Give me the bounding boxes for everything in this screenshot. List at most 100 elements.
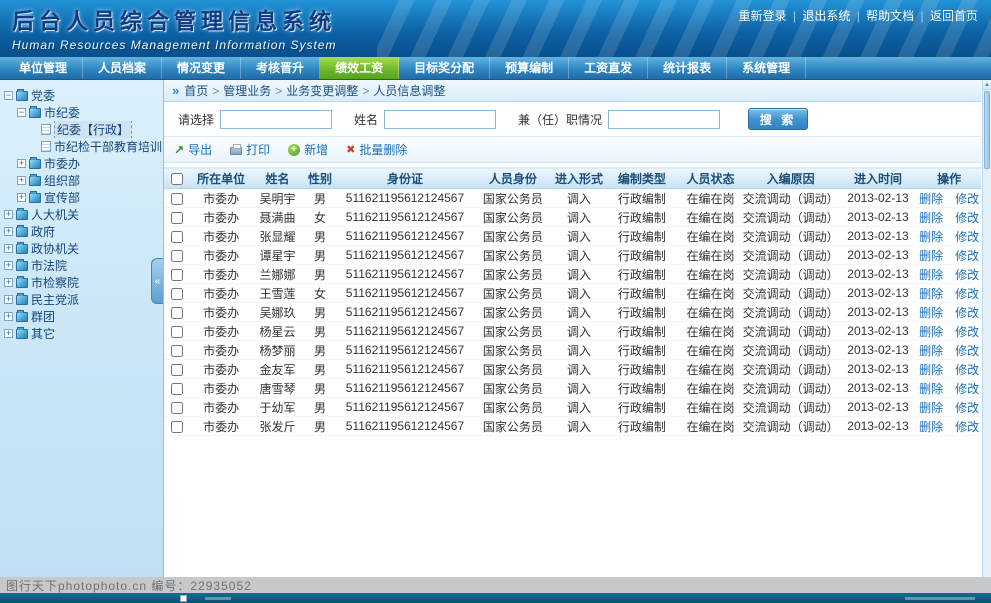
nav-item[interactable]: 绩效工资 [320,57,399,79]
tree-item[interactable]: −党委 [0,87,163,104]
job-input[interactable] [608,110,720,129]
header-link[interactable]: 帮助文档 [866,9,914,23]
row-checkbox[interactable] [171,383,183,395]
tree-item[interactable]: +群团 [0,308,163,325]
nav-item[interactable]: 统计报表 [648,57,727,79]
breadcrumb-item[interactable]: 管理业务 [223,84,271,98]
expand-icon[interactable]: + [4,244,13,253]
tree-item[interactable]: +市法院 [0,257,163,274]
column-header[interactable]: 性别 [303,168,337,189]
delete-link[interactable]: 删除 [919,287,943,301]
nav-item[interactable]: 系统管理 [727,57,806,79]
row-checkbox[interactable] [171,269,183,281]
delete-link[interactable]: 删除 [919,363,943,377]
column-header[interactable]: 人员状态 [679,168,743,189]
row-checkbox[interactable] [171,193,183,205]
column-header[interactable]: 编制类型 [605,168,679,189]
collapse-icon[interactable]: − [17,108,26,117]
breadcrumb-item[interactable]: 业务变更调整 [286,84,358,98]
delete-link[interactable]: 删除 [919,192,943,206]
edit-link[interactable]: 修改 [955,382,979,396]
edit-link[interactable]: 修改 [955,344,979,358]
add-button[interactable]: + 新增 [288,141,328,158]
delete-link[interactable]: 删除 [919,230,943,244]
edit-link[interactable]: 修改 [955,363,979,377]
delete-link[interactable]: 删除 [919,382,943,396]
expand-icon[interactable]: + [4,227,13,236]
row-checkbox[interactable] [171,288,183,300]
delete-link[interactable]: 删除 [919,211,943,225]
row-checkbox[interactable] [171,231,183,243]
tree-item[interactable]: +人大机关 [0,206,163,223]
tree-item[interactable]: +其它 [0,325,163,342]
nav-item[interactable]: 单位管理 [4,57,83,79]
column-header[interactable]: 身份证 [337,168,473,189]
nav-item[interactable]: 工资直发 [569,57,648,79]
select-all-checkbox[interactable] [171,173,183,185]
tree-item[interactable]: +市委办 [0,155,163,172]
export-button[interactable]: ↗ 导出 [174,141,212,158]
row-checkbox[interactable] [171,326,183,338]
header-link[interactable]: 退出系统 [802,9,850,23]
delete-link[interactable]: 删除 [919,268,943,282]
delete-link[interactable]: 删除 [919,344,943,358]
nav-item[interactable]: 预算编制 [490,57,569,79]
expand-icon[interactable]: + [4,261,13,270]
edit-link[interactable]: 修改 [955,192,979,206]
column-header[interactable]: 入编原因 [742,168,838,189]
edit-link[interactable]: 修改 [955,249,979,263]
collapse-icon[interactable]: − [4,91,13,100]
row-checkbox[interactable] [171,250,183,262]
tree-item[interactable]: +政府 [0,223,163,240]
delete-link[interactable]: 删除 [919,420,943,434]
column-header[interactable]: 姓名 [252,168,303,189]
row-checkbox[interactable] [171,345,183,357]
expand-icon[interactable]: + [17,193,26,202]
header-link[interactable]: 返回首页 [930,9,978,23]
tree-item[interactable]: 市纪检干部教育培训中心 [0,138,163,155]
tree-item[interactable]: 纪委【行政】 [0,121,163,138]
tree-item[interactable]: +组织部 [0,172,163,189]
delete-link[interactable]: 删除 [919,325,943,339]
expand-icon[interactable]: + [4,210,13,219]
edit-link[interactable]: 修改 [955,325,979,339]
edit-link[interactable]: 修改 [955,420,979,434]
tree-item[interactable]: +宣传部 [0,189,163,206]
edit-link[interactable]: 修改 [955,306,979,320]
tree-item[interactable]: +民主党派 [0,291,163,308]
vertical-scrollbar[interactable]: ▲ [982,80,991,577]
name-input[interactable] [384,110,496,129]
header-link[interactable]: 重新登录 [739,9,787,23]
scrollbar-thumb[interactable] [984,91,990,169]
delete-link[interactable]: 删除 [919,306,943,320]
nav-item[interactable]: 人员档案 [83,57,162,79]
expand-icon[interactable]: + [4,278,13,287]
edit-link[interactable]: 修改 [955,211,979,225]
column-header[interactable]: 操作 [917,168,981,189]
column-header[interactable]: 进入时间 [839,168,917,189]
expand-icon[interactable]: + [4,329,13,338]
tree-item[interactable]: −市纪委 [0,104,163,121]
row-checkbox[interactable] [171,307,183,319]
column-header[interactable]: 进入形式 [553,168,605,189]
row-checkbox[interactable] [171,402,183,414]
edit-link[interactable]: 修改 [955,230,979,244]
delete-link[interactable]: 删除 [919,249,943,263]
edit-link[interactable]: 修改 [955,401,979,415]
breadcrumb-item[interactable]: 首页 [184,84,208,98]
sidebar-collapse-handle[interactable]: « [151,258,163,304]
nav-item[interactable]: 考核晋升 [241,57,320,79]
expand-icon[interactable]: + [17,159,26,168]
edit-link[interactable]: 修改 [955,287,979,301]
breadcrumb-item[interactable]: 人员信息调整 [373,84,445,98]
expand-icon[interactable]: + [17,176,26,185]
print-button[interactable]: 打印 [230,141,270,158]
search-button[interactable]: 搜 索 [748,108,808,130]
nav-item[interactable]: 目标奖分配 [399,57,490,79]
batch-delete-button[interactable]: ✖ 批量删除 [346,141,407,158]
select-input[interactable] [220,110,332,129]
edit-link[interactable]: 修改 [955,268,979,282]
nav-item[interactable]: 情况变更 [162,57,241,79]
row-checkbox[interactable] [171,212,183,224]
row-checkbox[interactable] [171,364,183,376]
